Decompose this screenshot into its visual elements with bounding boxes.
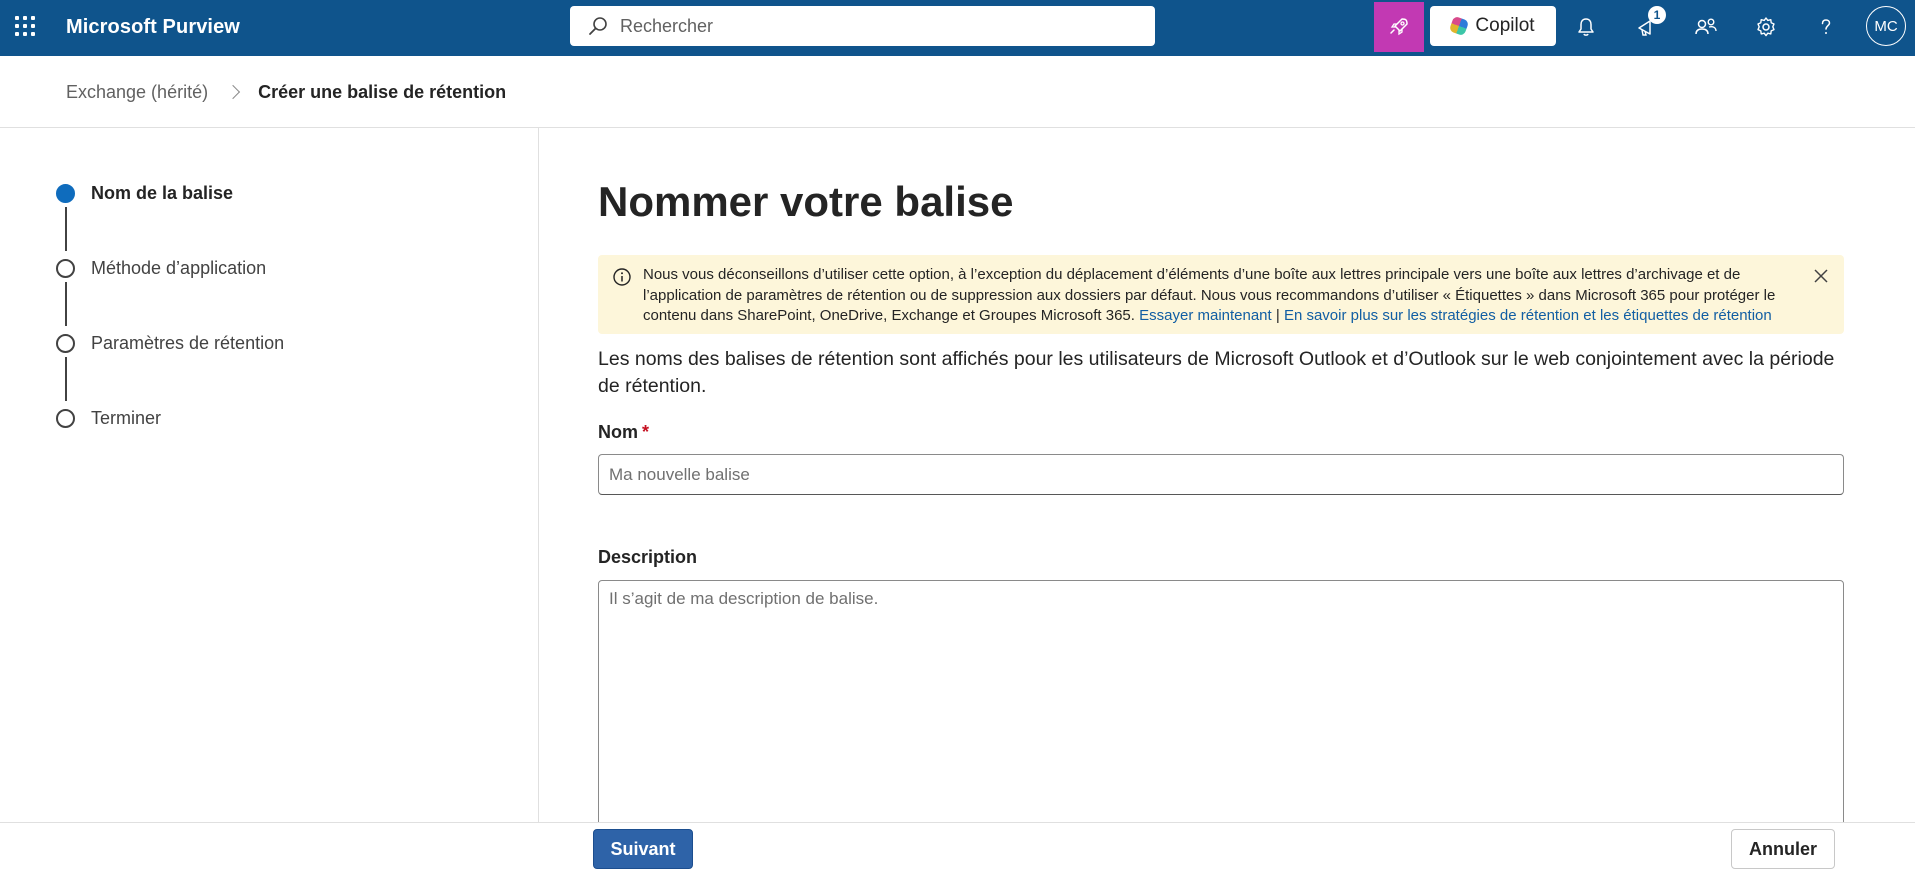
bell-icon: [1578, 18, 1594, 36]
notification-badge: 1: [1648, 6, 1666, 24]
copilot-button[interactable]: Copilot: [1430, 6, 1556, 46]
description-textarea[interactable]: [598, 580, 1844, 830]
step-connector: [65, 207, 67, 251]
name-label: Nom *: [598, 422, 649, 443]
learn-more-link[interactable]: En savoir plus sur les stratégies de rét…: [1284, 307, 1772, 324]
avatar[interactable]: MC: [1866, 6, 1906, 46]
announcements-button[interactable]: 1: [1632, 6, 1666, 41]
step-connector: [65, 282, 67, 326]
name-label-text: Nom: [598, 422, 638, 442]
search-box[interactable]: Rechercher: [570, 6, 1155, 46]
step-connector: [65, 357, 67, 401]
close-icon[interactable]: [1810, 265, 1832, 287]
rocket-button[interactable]: [1374, 2, 1424, 52]
app-title[interactable]: Microsoft Purview: [66, 16, 240, 39]
help-button[interactable]: [1812, 13, 1840, 41]
search-placeholder: Rechercher: [620, 15, 714, 36]
people-icon: [1695, 18, 1717, 35]
description-label: Description: [598, 547, 698, 567]
breadcrumb: Exchange (hérité) Créer une balise de ré…: [66, 80, 506, 104]
info-icon: [613, 268, 631, 286]
wizard-step-name[interactable]: Nom de la balise: [56, 183, 233, 204]
cancel-button[interactable]: Annuler: [1731, 829, 1835, 869]
wizard-step-label: Nom de la balise: [91, 183, 234, 203]
wizard-step-label: Paramètres de rétention: [91, 333, 285, 353]
try-now-link[interactable]: Essayer maintenant: [1139, 307, 1272, 324]
name-input[interactable]: [598, 454, 1844, 495]
wizard-step-retention-settings[interactable]: Paramètres de rétention: [56, 333, 284, 354]
breadcrumb-parent[interactable]: Exchange (hérité): [66, 82, 208, 103]
step-pending-icon: [56, 259, 75, 278]
required-mark: *: [642, 422, 650, 442]
intro-text: Les noms des balises de rétention sont a…: [598, 348, 1835, 397]
header-divider: [0, 127, 1915, 128]
settings-button[interactable]: [1752, 13, 1780, 41]
search-icon: [589, 17, 607, 35]
page-title: Nommer votre balise: [598, 178, 1014, 225]
step-pending-icon: [56, 409, 75, 428]
copilot-icon: [1449, 15, 1470, 37]
help-icon: [1821, 19, 1831, 34]
wizard-step-finish[interactable]: Terminer: [56, 408, 161, 429]
top-bar: Microsoft Purview Rechercher Copilot 1 M…: [0, 0, 1915, 56]
copilot-label: Copilot: [1475, 15, 1535, 36]
step-current-icon: [56, 184, 75, 203]
wizard-step-label: Terminer: [91, 408, 162, 428]
footer-bar: Suivant Annuler: [0, 822, 1915, 874]
step-pending-icon: [56, 334, 75, 353]
panel-divider: [538, 128, 539, 822]
warning-banner: Nous vous déconseillons d’utiliser cette…: [598, 255, 1844, 334]
chevron-right-icon: [226, 84, 241, 100]
gear-icon: [1757, 17, 1775, 37]
wizard-step-method[interactable]: Méthode d’application: [56, 258, 266, 279]
people-button[interactable]: [1692, 13, 1720, 41]
next-button[interactable]: Suivant: [593, 829, 693, 869]
banner-separator: |: [1275, 307, 1280, 324]
notifications-button[interactable]: [1572, 13, 1600, 41]
breadcrumb-current: Créer une balise de rétention: [258, 81, 507, 102]
wizard-step-label: Méthode d’application: [91, 258, 267, 278]
app-launcher-icon[interactable]: [14, 15, 36, 37]
rocket-icon: [1390, 18, 1408, 36]
